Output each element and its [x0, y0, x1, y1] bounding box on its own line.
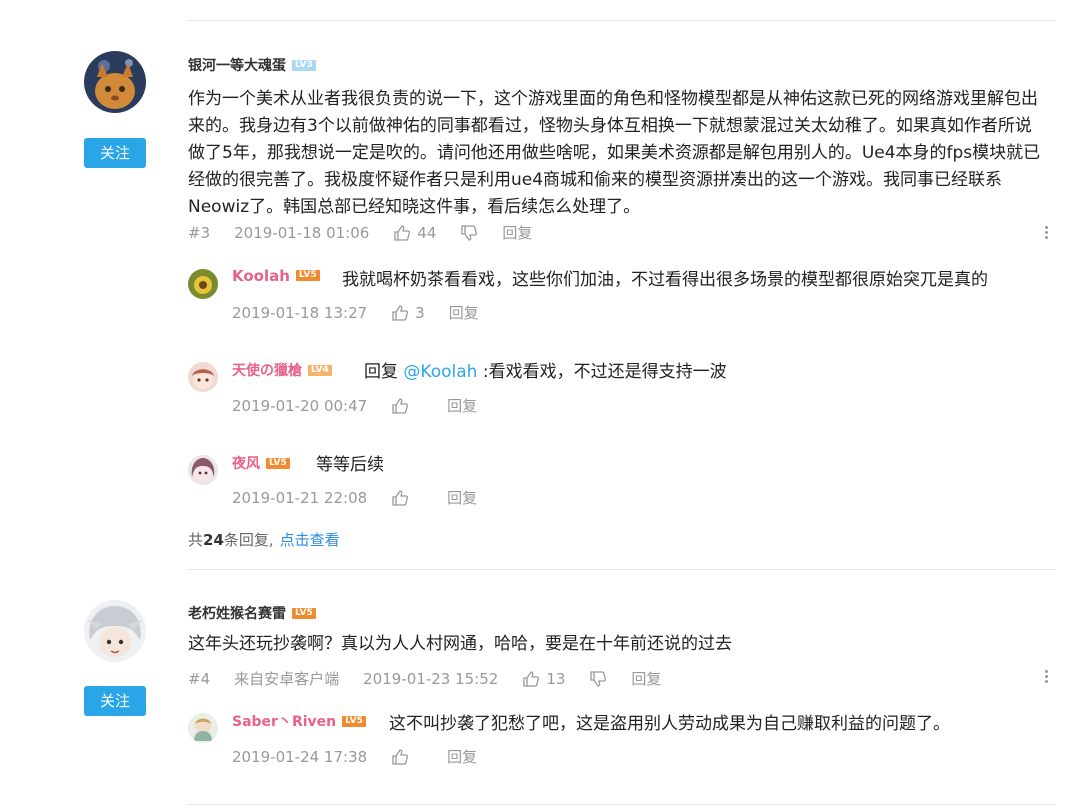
comment-meta: #4 来自安卓客户端 2019-01-23 15:52 13 回复 — [188, 668, 685, 689]
like-button[interactable] — [391, 397, 409, 415]
comment-time: 2019-01-18 01:06 — [234, 223, 370, 242]
client-source: 来自安卓客户端 — [234, 670, 340, 688]
comment-meta: #3 2019-01-18 01:06 44 回复 — [188, 222, 556, 243]
reply-text: 回复 @Koolah :看戏看戏，不过还是得支持一波 — [364, 357, 727, 382]
summary-prefix: 共 — [188, 531, 204, 549]
reply-avatar[interactable] — [188, 455, 218, 485]
reply-username[interactable]: Koolah LV5 — [232, 267, 320, 285]
reply-avatar[interactable] — [188, 269, 218, 299]
avatar[interactable] — [84, 600, 146, 662]
summary-suffix: 条回复, — [223, 531, 274, 549]
follow-button[interactable]: 关注 — [84, 686, 146, 716]
like-count: 44 — [417, 223, 437, 242]
comment-username[interactable]: 银河一等大魂蛋 LV3 — [188, 55, 316, 75]
username-text[interactable]: 老朽姓猴名赛雷 — [188, 606, 286, 622]
thumbs-up-icon — [394, 224, 411, 241]
reply-body: :看戏看戏，不过还是得支持一波 — [477, 362, 727, 382]
like-count: 13 — [546, 669, 566, 688]
reply-time: 2019-01-24 17:38 — [232, 747, 368, 766]
floor-number: #4 — [188, 669, 211, 688]
thumbs-up-icon — [392, 489, 409, 506]
top-divider — [188, 20, 1056, 21]
reply-username[interactable]: 夜风 LV5 — [232, 453, 290, 473]
thumbs-down-icon — [461, 224, 478, 241]
reply-button[interactable]: 回复 — [447, 487, 477, 508]
comment-time: 2019-01-23 15:52 — [363, 669, 499, 688]
reply-meta: 2019-01-24 17:38 回复 — [232, 746, 501, 767]
reply-username[interactable]: Saber丶Riven LV5 — [232, 711, 366, 731]
floor-number: #3 — [188, 223, 211, 242]
username-text[interactable]: Koolah — [232, 267, 290, 285]
like-button[interactable] — [391, 489, 409, 507]
level-badge: LV5 — [292, 607, 316, 619]
like-button[interactable]: 3 — [391, 304, 425, 322]
username-text[interactable]: 天使の獵槍 — [232, 363, 302, 379]
reply-button[interactable]: 回复 — [631, 668, 661, 689]
reply-button[interactable]: 回复 — [449, 302, 479, 323]
reply-count: 24 — [203, 531, 224, 549]
thumbs-down-icon — [590, 670, 607, 687]
username-text[interactable]: 银河一等大魂蛋 — [188, 58, 286, 74]
reply-summary: 共24条回复, 点击查看 — [188, 529, 340, 550]
level-badge: LV5 — [295, 270, 320, 281]
reply-time: 2019-01-18 13:27 — [232, 303, 368, 322]
reply-meta: 2019-01-21 22:08 回复 — [232, 487, 501, 508]
reply-text: 等等后续 — [316, 455, 384, 475]
reply-username[interactable]: 天使の獵槍 LV4 — [232, 360, 332, 380]
reply-meta: 2019-01-18 13:27 3 回复 — [232, 302, 503, 323]
view-all-replies-link[interactable]: 点击查看 — [280, 531, 340, 549]
like-button[interactable]: 13 — [522, 670, 565, 688]
reply-time: 2019-01-21 22:08 — [232, 488, 368, 507]
reply-meta: 2019-01-20 00:47 回复 — [232, 395, 501, 416]
reply-prefix: 回复 — [364, 362, 404, 382]
level-badge: LV3 — [292, 59, 316, 71]
thumbs-up-icon — [392, 397, 409, 414]
comment-text: 这年头还玩抄袭啊？真以为人人村网通，哈哈，要是在十年前还说的过去 — [188, 634, 732, 654]
follow-button[interactable]: 关注 — [84, 138, 146, 168]
level-badge: LV5 — [266, 457, 290, 469]
reply-time: 2019-01-20 00:47 — [232, 396, 368, 415]
thumbs-up-icon — [392, 304, 409, 321]
reply-avatar[interactable] — [188, 713, 218, 743]
dislike-button[interactable] — [460, 224, 478, 242]
bottom-divider — [188, 804, 1056, 805]
mention-link[interactable]: @Koolah — [403, 362, 477, 382]
dislike-button[interactable] — [589, 670, 607, 688]
thumbs-up-icon — [392, 748, 409, 765]
like-count: 3 — [415, 303, 425, 322]
reply-avatar[interactable] — [188, 362, 218, 392]
comment-text: 作为一个美术从业者我很负责的说一下，这个游戏里面的角色和怪物模型都是从神佑这款已… — [188, 89, 1041, 217]
comment-divider — [188, 569, 1056, 570]
more-options-icon[interactable] — [1043, 224, 1049, 244]
more-options-icon[interactable] — [1043, 668, 1049, 688]
like-button[interactable] — [391, 748, 409, 766]
reply-button[interactable]: 回复 — [447, 395, 477, 416]
like-button[interactable]: 44 — [393, 224, 436, 242]
level-badge: LV4 — [308, 364, 332, 376]
reply-button[interactable]: 回复 — [447, 746, 477, 767]
reply-button[interactable]: 回复 — [502, 222, 532, 243]
username-text[interactable]: Saber丶Riven — [232, 714, 336, 730]
level-badge: LV5 — [342, 715, 366, 727]
comment-username[interactable]: 老朽姓猴名赛雷 LV5 — [188, 603, 316, 623]
username-text[interactable]: 夜风 — [232, 456, 260, 472]
reply-text: 我就喝杯奶茶看看戏，这些你们加油，不过看得出很多场景的模型都很原始突兀是真的 — [342, 270, 988, 290]
thumbs-up-icon — [523, 670, 540, 687]
reply-text: 这不叫抄袭了犯愁了吧，这是盗用别人劳动成果为自己赚取利益的问题了。 — [389, 714, 950, 734]
avatar[interactable] — [84, 51, 146, 113]
